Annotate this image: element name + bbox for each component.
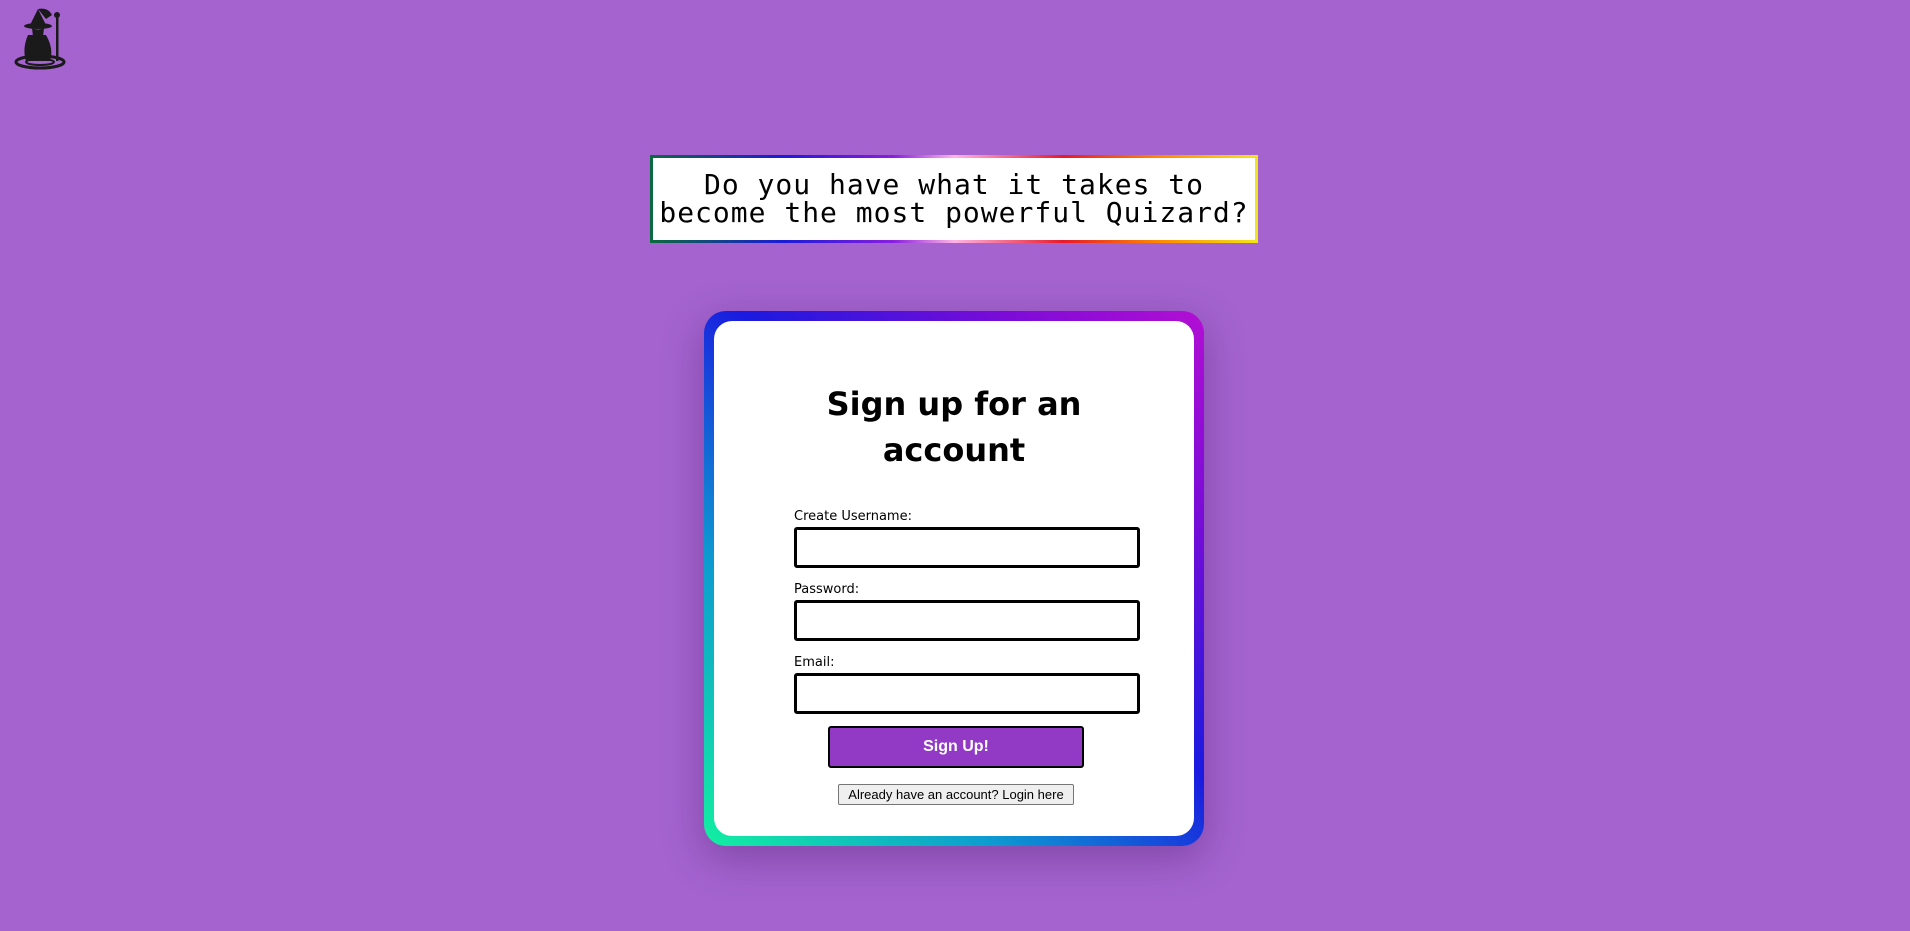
banner-text: Do you have what it takes to become the … (659, 168, 1249, 229)
username-input[interactable] (794, 527, 1140, 568)
email-label: Email: (794, 655, 835, 670)
password-input[interactable] (794, 600, 1140, 641)
banner-inner: Do you have what it takes to become the … (653, 158, 1255, 240)
email-input[interactable] (794, 673, 1140, 714)
page-title: Sign up for an account (826, 385, 1082, 469)
signup-card-frame: Sign up for an account Create Username: … (704, 311, 1204, 846)
password-label: Password: (794, 582, 860, 597)
username-label: Create Username: (794, 509, 912, 524)
banner: Do you have what it takes to become the … (650, 155, 1258, 243)
wizard-logo-icon[interactable] (10, 5, 66, 71)
signup-card: Sign up for an account Create Username: … (714, 321, 1194, 836)
sign-up-button[interactable]: Sign Up! (828, 726, 1084, 768)
login-link-button[interactable]: Already have an account? Login here (838, 784, 1074, 805)
